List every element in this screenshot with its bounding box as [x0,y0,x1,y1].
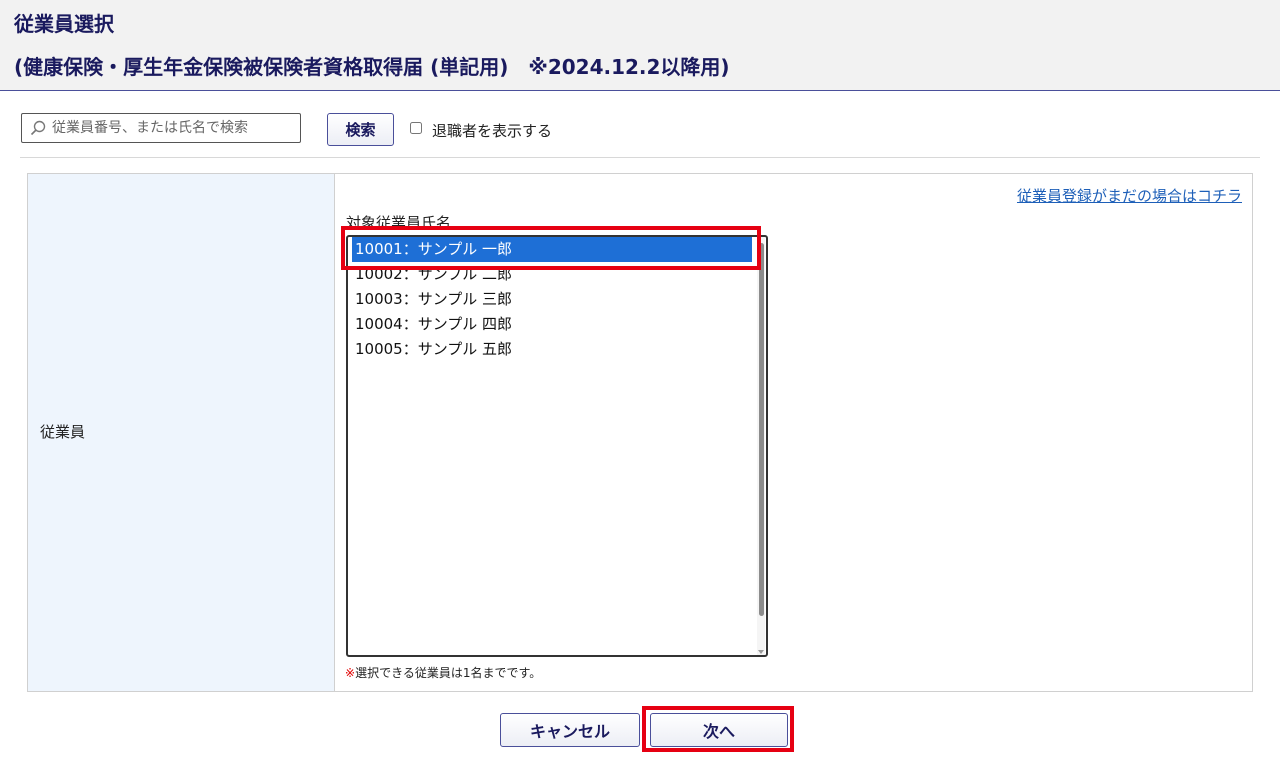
divider [20,157,1260,158]
search-button[interactable]: 検索 [327,113,394,146]
cancel-button[interactable]: キャンセル [500,713,640,747]
list-item-10005[interactable]: 10005：サンプル 五郎 [352,337,752,362]
register-employee-link[interactable]: 従業員登録がまだの場合はコチラ [1017,185,1242,206]
employee-list-label: 対象従業員氏名 [346,214,452,232]
next-button[interactable]: 次へ [650,713,788,747]
page-header: 従業員選択 (健康保険・厚生年金保険被保険者資格取得届 (単記用) ※2024.… [0,0,1280,91]
page-subtitle: (健康保険・厚生年金保険被保険者資格取得届 (単記用) ※2024.12.2以降… [14,55,730,79]
scrollbar-thumb[interactable] [759,243,764,616]
employee-listbox[interactable]: 10001：サンプル 一郎 10002：サンプル 二郎 10003：サンプル 三… [346,235,768,657]
list-item-10003[interactable]: 10003：サンプル 三郎 [352,287,752,312]
search-input[interactable] [52,115,296,141]
search-icon [30,120,46,136]
show-retired-label: 退職者を表示する [432,122,553,140]
list-item-10004[interactable]: 10004：サンプル 四郎 [352,312,752,337]
list-item-10002[interactable]: 10002：サンプル 二郎 [352,262,752,287]
selection-note: ※選択できる従業員は1名までです。 [345,664,541,681]
page-title: 従業員選択 [14,12,114,36]
note-mark: ※ [345,666,356,680]
note-text: 選択できる従業員は1名までです。 [355,666,542,680]
label-cell: 従業員 [28,174,335,691]
search-box [21,113,301,143]
employee-form-table: 従業員 従業員登録がまだの場合はコチラ 対象従業員氏名 10001：サンプル 一… [27,173,1253,692]
show-retired-checkbox[interactable] [410,122,422,134]
scroll-down-icon[interactable] [758,650,764,654]
row-label-employee: 従業員 [40,423,86,441]
list-item-10001[interactable]: 10001：サンプル 一郎 [352,237,752,262]
